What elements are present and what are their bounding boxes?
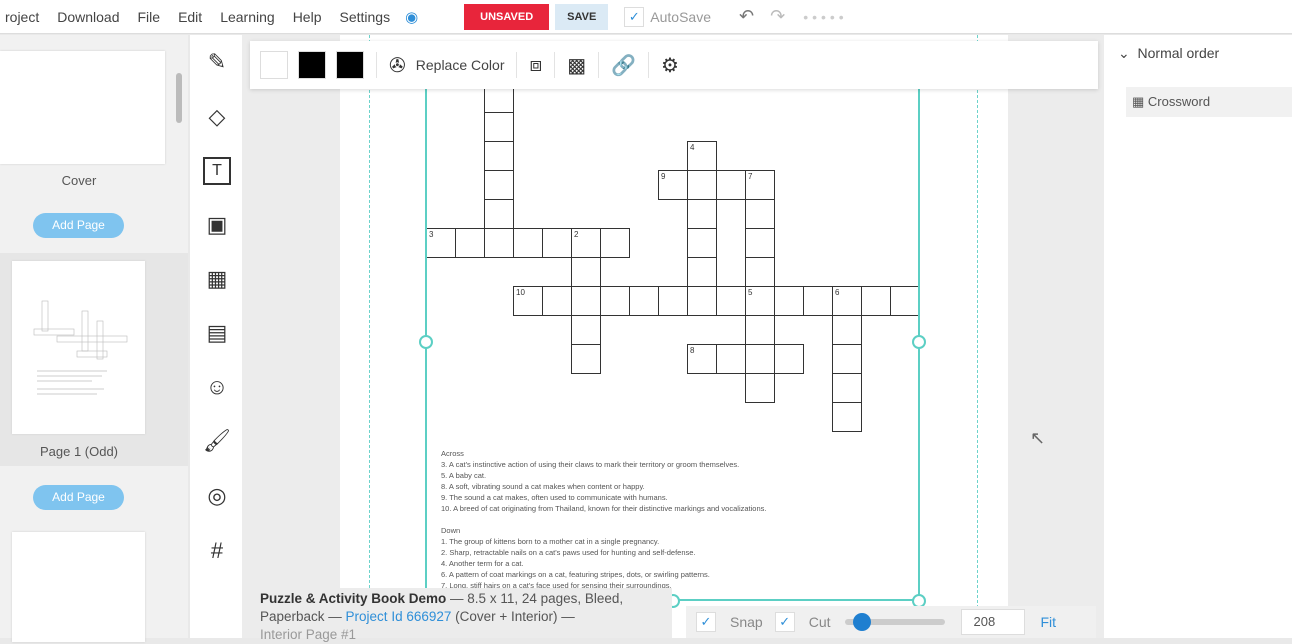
add-page-button-2[interactable]: Add Page xyxy=(33,485,124,510)
page-2-thumbnail[interactable] xyxy=(12,532,145,642)
maze-icon: ▦ xyxy=(1132,94,1145,109)
across-clue: 10. A breed of cat originating from Thai… xyxy=(441,504,767,513)
snap-label: Snap xyxy=(730,614,763,630)
layer-order-label: Normal order xyxy=(1137,45,1220,61)
brush-icon[interactable]: 🖌 xyxy=(203,427,231,455)
layer-item-crossword[interactable]: ▦ Crossword xyxy=(1126,87,1292,117)
menu-settings[interactable]: Settings xyxy=(330,9,399,25)
zoom-bar: ✓ Snap ✓ Cut 208 Fit xyxy=(686,606,1096,638)
replace-color-button[interactable]: Replace Color xyxy=(416,57,505,73)
cover-label: Cover xyxy=(61,173,97,188)
transparency-icon[interactable]: ▩ xyxy=(567,53,586,78)
check-icon[interactable]: ✓ xyxy=(624,6,645,27)
autosave-toggle[interactable]: ✓ AutoSave xyxy=(624,6,712,27)
zoom-slider-knob[interactable] xyxy=(852,613,871,631)
cover-thumbnail[interactable] xyxy=(0,51,165,164)
shapes-icon[interactable]: ◇ xyxy=(203,103,231,131)
maze-icon[interactable]: ▦ xyxy=(203,265,231,293)
across-clue: 9. The sound a cat makes, often used to … xyxy=(441,493,668,502)
cut-label: Cut xyxy=(808,614,831,630)
cut-checkbox[interactable]: ✓ xyxy=(774,612,795,632)
layer-label: Crossword xyxy=(1147,94,1211,109)
layers-panel: ⌄ Normal order ▦ Crossword xyxy=(1104,35,1292,638)
pages-panel: Cover Add Page Page 1 (Odd) Add Page xyxy=(0,35,188,642)
3d-box-icon[interactable]: ⧈ xyxy=(529,54,542,77)
tools-sidebar: ✎ ◇ T ▣ ▦ ▤ ☺ 🖌 ◎ # xyxy=(190,35,242,638)
brick-icon[interactable]: ▤ xyxy=(203,319,231,347)
menu-project[interactable]: roject xyxy=(0,9,48,25)
color-swatch-black[interactable] xyxy=(298,51,326,79)
mouse-cursor-icon: ↖ xyxy=(1030,428,1046,448)
snap-checkbox[interactable]: ✓ xyxy=(696,612,716,632)
project-id-link[interactable]: Project Id 666927 xyxy=(346,609,452,624)
chevron-down-icon: ⌄ xyxy=(1118,45,1130,61)
down-clue: 1. The group of kittens born to a mother… xyxy=(441,537,660,546)
down-clue: 4. Another term for a cat. xyxy=(441,559,524,568)
current-page: Interior Page #1 xyxy=(260,627,357,642)
zoom-input[interactable]: 208 xyxy=(960,609,1025,635)
gear-icon[interactable]: ⚙ xyxy=(661,53,679,78)
fit-button[interactable]: Fit xyxy=(1041,614,1057,630)
palette-icon[interactable]: ✇ xyxy=(389,53,406,78)
add-page-button[interactable]: Add Page xyxy=(33,213,124,238)
down-clue: 2. Sharp, retractable nails on a cat's p… xyxy=(441,548,696,557)
menu-help[interactable]: Help xyxy=(284,9,331,25)
project-scope: (Cover + Interior) — xyxy=(451,609,575,624)
color-swatch-black-2[interactable] xyxy=(336,51,364,79)
bleed-guide-right xyxy=(977,35,978,638)
down-clue: 6. A pattern of coat markings on a cat, … xyxy=(441,570,710,579)
sticker-icon[interactable]: ◎ xyxy=(203,482,231,510)
autosave-label: AutoSave xyxy=(650,8,712,25)
menu-edit[interactable]: Edit xyxy=(169,9,211,25)
more-dots-icon: ••••• xyxy=(803,8,848,25)
menu-download[interactable]: Download xyxy=(48,9,128,25)
page-1-thumbnail[interactable] xyxy=(12,261,145,434)
color-swatch-white[interactable] xyxy=(260,51,288,79)
page-1-preview xyxy=(33,300,128,395)
unsaved-badge: UNSAVED xyxy=(464,3,550,30)
edit-icon[interactable]: ✎ xyxy=(203,48,231,76)
bleed-guide-left xyxy=(369,35,370,638)
across-title: Across xyxy=(441,449,464,458)
pages-scrollbar[interactable] xyxy=(176,73,182,123)
menu-file[interactable]: File xyxy=(129,9,170,25)
mask-icon[interactable]: ☺ xyxy=(203,373,231,401)
resize-handle-right[interactable] xyxy=(912,335,926,349)
layer-order-dropdown[interactable]: ⌄ Normal order xyxy=(1118,45,1219,62)
menu-learning[interactable]: Learning xyxy=(211,9,284,25)
zoom-slider[interactable] xyxy=(844,613,945,631)
across-clue: 5. A baby cat. xyxy=(441,471,487,480)
link-icon[interactable]: 🔗 xyxy=(611,53,636,78)
project-title: Puzzle & Activity Book Demo xyxy=(260,591,447,606)
across-clue: 3. A cat's instinctive action of using t… xyxy=(441,460,740,469)
across-clue: 8. A soft, vibrating sound a cat makes w… xyxy=(441,482,645,491)
redo-icon[interactable]: ↷ xyxy=(770,6,785,27)
top-menu-bar: roject Download File Edit Learning Help … xyxy=(0,0,1292,34)
crossword-clues: Across 3. A cat's instinctive action of … xyxy=(441,448,766,591)
eye-icon[interactable]: ◉ xyxy=(405,8,418,26)
text-icon[interactable]: T xyxy=(203,157,231,185)
project-info: Puzzle & Activity Book Demo — 8.5 x 11, … xyxy=(252,588,672,642)
page-1-label: Page 1 (Odd) xyxy=(39,444,119,459)
grid-hash-icon[interactable]: # xyxy=(203,537,231,565)
undo-icon[interactable]: ↶ xyxy=(739,6,754,27)
element-toolbar: ✇ Replace Color ⧈ ▩ 🔗 ⚙ xyxy=(250,41,1098,89)
image-icon[interactable]: ▣ xyxy=(203,211,231,239)
resize-handle-left[interactable] xyxy=(419,335,433,349)
save-button[interactable]: SAVE xyxy=(555,3,609,30)
down-title: Down xyxy=(441,526,461,535)
